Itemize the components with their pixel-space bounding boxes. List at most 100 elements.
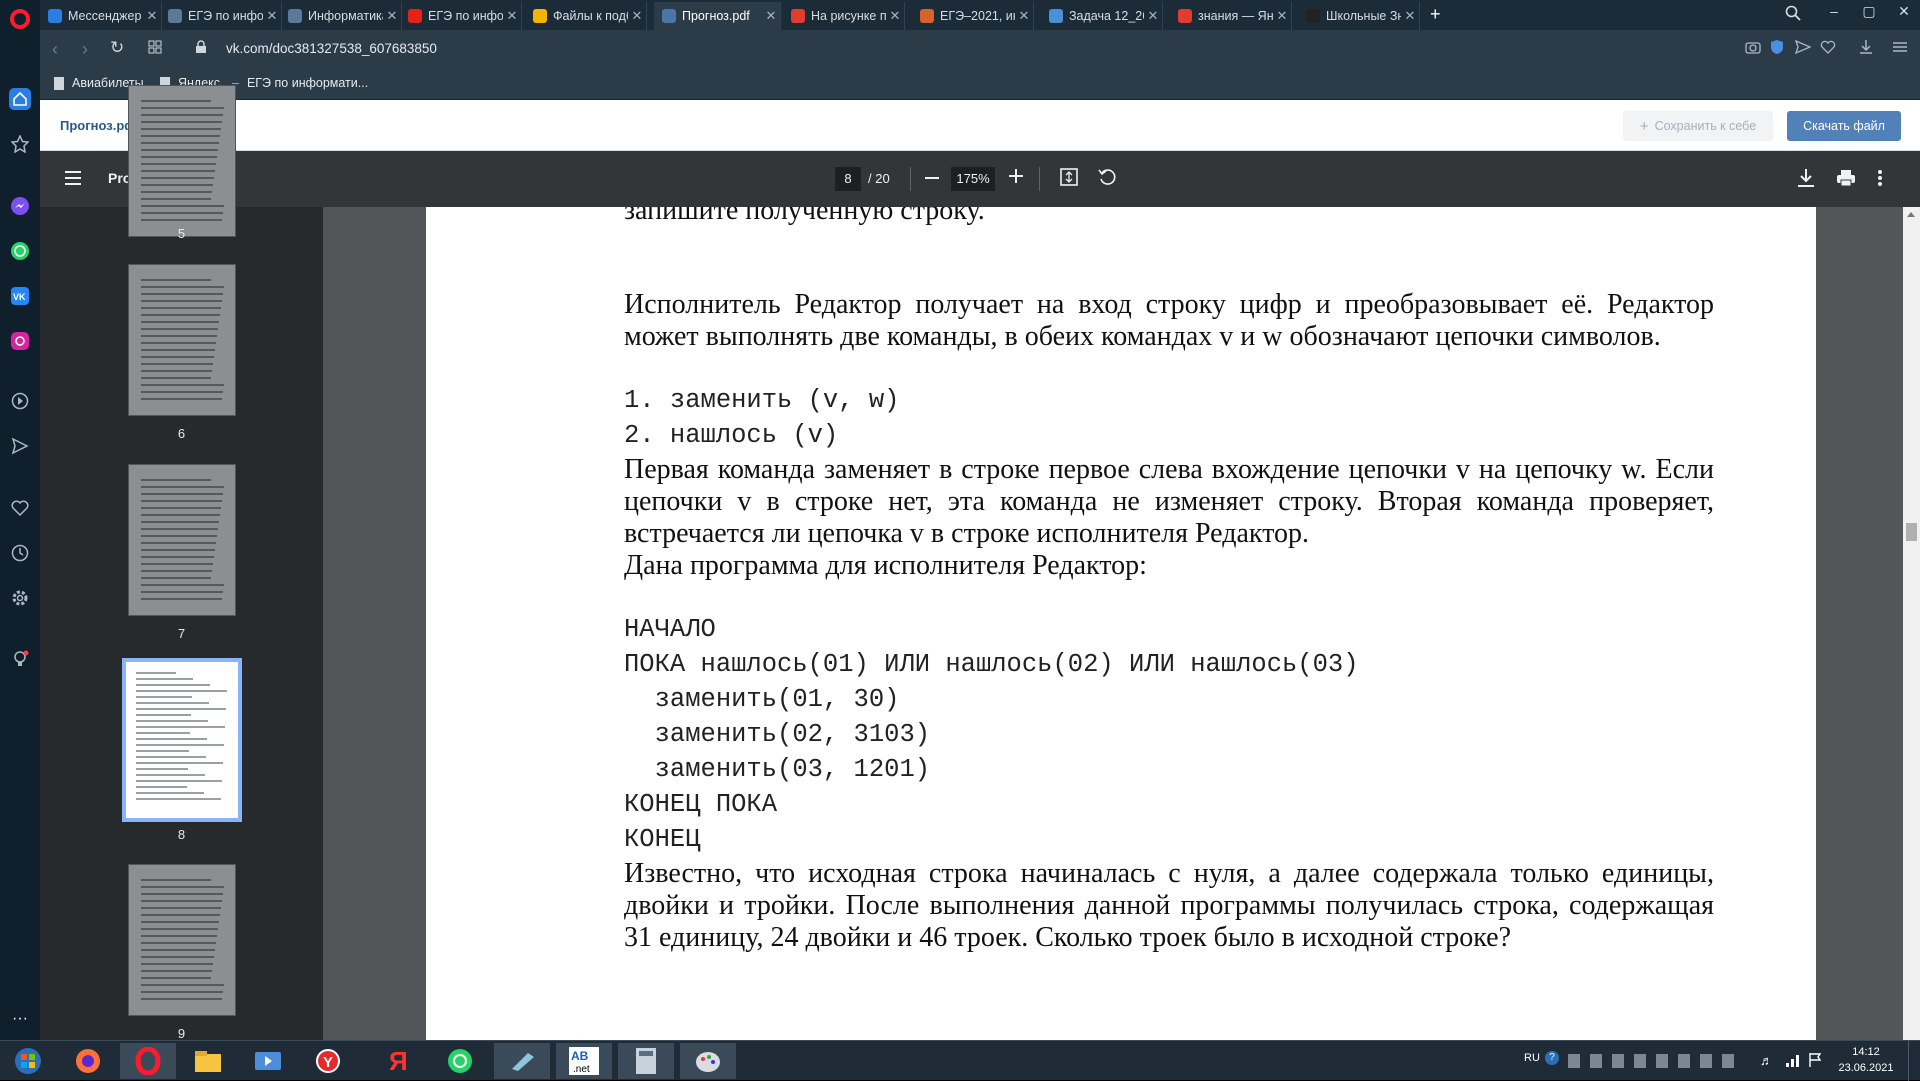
browser-tab[interactable]: На рисунке пред✕ bbox=[783, 2, 905, 30]
browser-tab[interactable]: ЕГЭ по информатике✕ bbox=[160, 2, 282, 30]
browser-tab[interactable]: знания — Яндекс✕ bbox=[1170, 2, 1292, 30]
notepad-icon[interactable] bbox=[494, 1043, 550, 1079]
page-thumbnail-6[interactable] bbox=[128, 264, 236, 416]
back-icon[interactable]: ‹ bbox=[52, 39, 58, 60]
clock-date[interactable]: 23.06.2021 bbox=[1836, 1062, 1896, 1074]
opera-logo-icon[interactable] bbox=[9, 8, 31, 30]
send-share-icon[interactable] bbox=[1794, 39, 1812, 59]
calculator-icon[interactable] bbox=[618, 1043, 674, 1079]
home-icon[interactable] bbox=[9, 88, 31, 110]
tab-close-icon[interactable]: ✕ bbox=[762, 8, 780, 24]
messenger-icon[interactable] bbox=[9, 195, 31, 217]
tab-close-icon[interactable]: ✕ bbox=[628, 8, 646, 24]
page-thumbnail-5[interactable] bbox=[128, 85, 236, 237]
start-button[interactable] bbox=[0, 1043, 56, 1079]
bookmark-ege[interactable]: – ЕГЭ по информати... bbox=[232, 76, 368, 90]
help-icon[interactable]: ? bbox=[1545, 1051, 1559, 1065]
browser-tab[interactable]: Мессенджер ✕ bbox=[40, 2, 162, 30]
tab-close-icon[interactable]: ✕ bbox=[143, 8, 161, 24]
shield-icon[interactable] bbox=[1770, 39, 1784, 60]
thumbnail-text-line bbox=[136, 774, 205, 776]
abnet-icon[interactable]: AB .net bbox=[556, 1043, 612, 1079]
volume-icon[interactable]: ♬ bbox=[1760, 1053, 1773, 1068]
thumbnail-text-line bbox=[136, 780, 222, 782]
zoom-level-input[interactable]: 175% bbox=[951, 167, 995, 191]
download-icon[interactable] bbox=[1796, 168, 1816, 193]
downloads-icon[interactable] bbox=[1858, 39, 1874, 60]
more-icon[interactable]: ··· bbox=[9, 1008, 31, 1030]
page-thumbnail-9[interactable] bbox=[128, 864, 236, 1016]
tab-close-icon[interactable]: ✕ bbox=[886, 8, 904, 24]
whatsapp-taskbar-icon[interactable] bbox=[432, 1043, 488, 1079]
tab-close-icon[interactable]: ✕ bbox=[383, 8, 401, 24]
more-options-icon[interactable] bbox=[1878, 169, 1882, 192]
page-number-input[interactable]: 8 bbox=[835, 167, 861, 191]
bookmark-heart-icon[interactable] bbox=[1820, 40, 1836, 59]
tabs-grid-icon[interactable] bbox=[148, 40, 162, 59]
reload-icon[interactable]: ↻ bbox=[110, 38, 124, 58]
lightbulb-icon[interactable] bbox=[9, 648, 31, 670]
easy-setup-icon[interactable] bbox=[1892, 40, 1908, 59]
browser-tab[interactable]: ЕГЭ–2021, инфор✕ bbox=[912, 2, 1034, 30]
scroll-thumb[interactable] bbox=[1906, 523, 1917, 541]
yandex-icon[interactable]: Я bbox=[370, 1043, 426, 1079]
tray-icons[interactable] bbox=[1568, 1054, 1736, 1068]
yandex-browser-icon[interactable]: Y bbox=[300, 1043, 356, 1079]
browser-tab[interactable]: Файлы к подборке✕ bbox=[525, 2, 647, 30]
vk-icon[interactable]: VK bbox=[9, 285, 31, 307]
zoom-out-icon[interactable] bbox=[925, 177, 939, 179]
network-icon[interactable] bbox=[1785, 1053, 1801, 1072]
tab-close-icon[interactable]: ✕ bbox=[1401, 8, 1419, 24]
show-desktop-button[interactable] bbox=[1908, 1041, 1920, 1081]
menu-icon[interactable] bbox=[64, 170, 82, 191]
url-field[interactable]: vk.com/doc381327538_607683850 bbox=[226, 41, 437, 56]
page-thumbnail-8-selected[interactable] bbox=[122, 658, 242, 822]
rotate-icon[interactable] bbox=[1098, 168, 1116, 191]
clock-time[interactable]: 14:12 bbox=[1836, 1046, 1896, 1058]
print-icon[interactable] bbox=[1836, 169, 1856, 192]
history-icon[interactable] bbox=[9, 542, 31, 564]
media-player-icon[interactable] bbox=[240, 1043, 296, 1079]
forward-icon[interactable]: › bbox=[82, 39, 88, 60]
window-maximize-icon[interactable]: ▢ bbox=[1855, 3, 1883, 20]
browser-tab[interactable]: Задача 12_262 и с✕ bbox=[1041, 2, 1163, 30]
flag-icon[interactable] bbox=[1808, 1052, 1822, 1073]
browser-tab[interactable]: Школьные Знани✕ bbox=[1298, 2, 1420, 30]
whatsapp-icon[interactable] bbox=[9, 240, 31, 262]
opera-taskbar-icon[interactable] bbox=[120, 1043, 176, 1079]
tab-close-icon[interactable]: ✕ bbox=[1144, 8, 1162, 24]
settings-icon[interactable] bbox=[9, 587, 31, 609]
tab-close-icon[interactable]: ✕ bbox=[1015, 8, 1033, 24]
save-to-self-button[interactable]: + Сохранить к себе bbox=[1623, 111, 1773, 141]
scroll-up-arrow[interactable] bbox=[1907, 212, 1915, 217]
fit-page-icon[interactable] bbox=[1060, 168, 1078, 191]
heart-icon[interactable] bbox=[9, 497, 31, 519]
star-icon[interactable] bbox=[9, 133, 31, 155]
tab-search-icon[interactable] bbox=[1785, 5, 1801, 26]
tab-close-icon[interactable]: ✕ bbox=[263, 8, 281, 24]
thumbnail-text-line bbox=[141, 935, 217, 937]
paint-icon[interactable] bbox=[680, 1043, 736, 1079]
tab-favicon-icon bbox=[408, 9, 422, 23]
thumbnail-text-line bbox=[141, 900, 222, 902]
viewer-scrollbar[interactable] bbox=[1903, 207, 1920, 1040]
send-icon[interactable] bbox=[9, 435, 31, 457]
page-thumbnail-7[interactable] bbox=[128, 464, 236, 616]
camera-icon[interactable] bbox=[1745, 40, 1761, 59]
browser-tab[interactable]: ЕГЭ по информатике✕ bbox=[400, 2, 522, 30]
file-explorer-icon[interactable] bbox=[180, 1043, 236, 1079]
window-minimize-icon[interactable]: – bbox=[1820, 3, 1848, 19]
player-icon[interactable] bbox=[9, 390, 31, 412]
zoom-in-icon[interactable] bbox=[1009, 169, 1023, 188]
download-file-button[interactable]: Скачать файл bbox=[1787, 111, 1901, 141]
tab-close-icon[interactable]: ✕ bbox=[503, 8, 521, 24]
instagram-icon[interactable] bbox=[9, 330, 31, 352]
tab-close-icon[interactable]: ✕ bbox=[1273, 8, 1291, 24]
browser-tab[interactable]: Информатика ЕГЭ✕ bbox=[280, 2, 402, 30]
browser-tab[interactable]: Прогноз.pdf ✕ bbox=[654, 2, 781, 30]
window-close-icon[interactable]: ✕ bbox=[1890, 3, 1918, 20]
new-tab-icon[interactable]: + bbox=[1430, 4, 1441, 25]
pdf-viewer[interactable]: запишите полученную строку. Исполнитель … bbox=[323, 207, 1903, 1040]
language-indicator[interactable]: RU bbox=[1524, 1052, 1540, 1064]
firefox-icon[interactable] bbox=[60, 1043, 116, 1079]
